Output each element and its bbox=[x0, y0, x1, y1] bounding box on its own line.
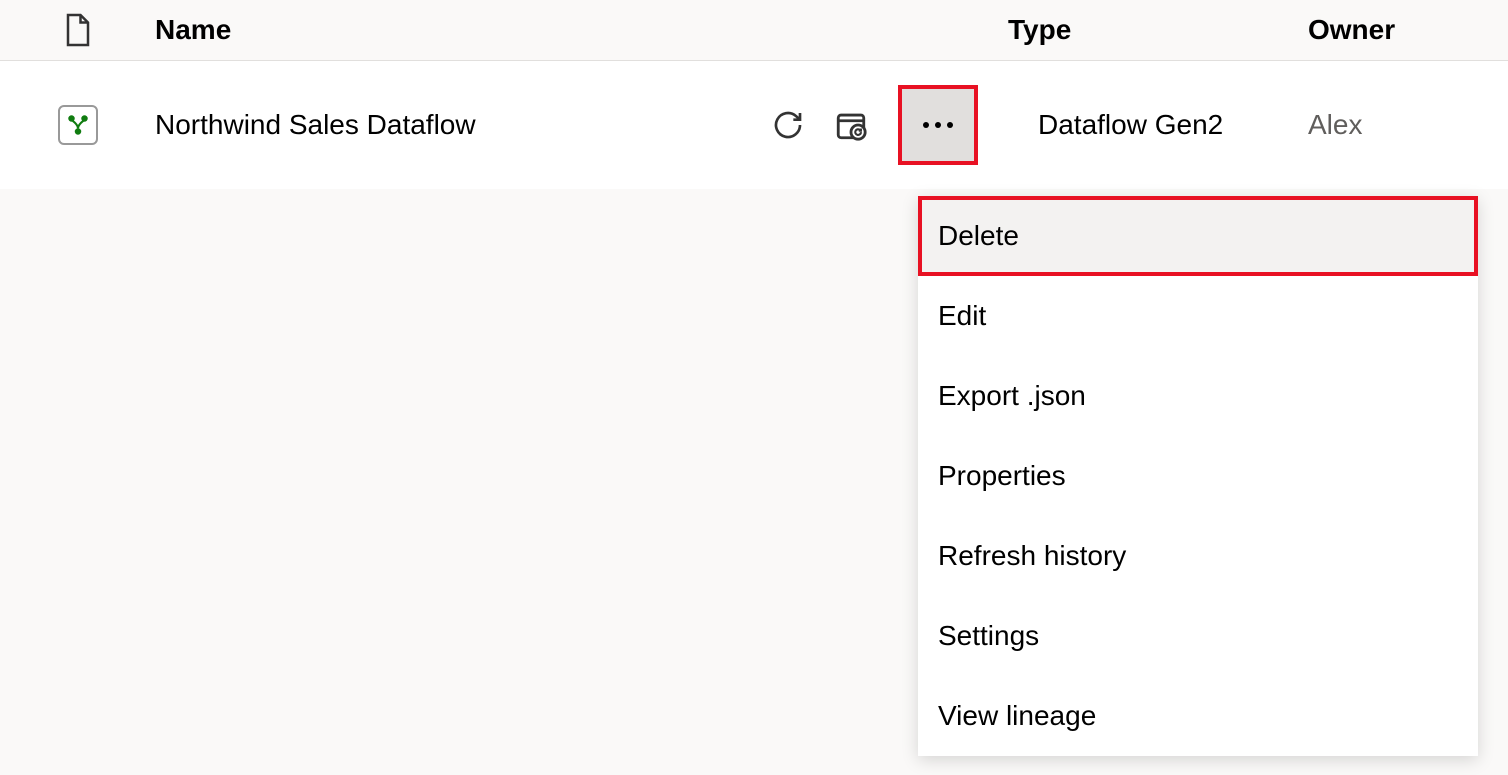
menu-item-view-lineage[interactable]: View lineage bbox=[918, 676, 1478, 756]
menu-item-edit[interactable]: Edit bbox=[918, 276, 1478, 356]
calendar-refresh-icon bbox=[834, 108, 868, 142]
row-name[interactable]: Northwind Sales Dataflow bbox=[155, 109, 748, 141]
header-icon-column bbox=[0, 12, 155, 48]
header-type[interactable]: Type bbox=[1008, 14, 1308, 46]
row-owner: Alex bbox=[1308, 109, 1508, 141]
more-horizontal-icon bbox=[918, 120, 958, 130]
items-table: Name Type Owner Northwind Sales Dataflow bbox=[0, 0, 1508, 189]
context-menu: Delete Edit Export .json Properties Refr… bbox=[918, 196, 1478, 756]
dataflow-icon bbox=[58, 105, 98, 145]
menu-item-export-json[interactable]: Export .json bbox=[918, 356, 1478, 436]
file-icon bbox=[63, 12, 93, 48]
table-row[interactable]: Northwind Sales Dataflow bbox=[0, 61, 1508, 189]
row-type: Dataflow Gen2 bbox=[1008, 109, 1308, 141]
menu-item-properties[interactable]: Properties bbox=[918, 436, 1478, 516]
table-header-row: Name Type Owner bbox=[0, 0, 1508, 61]
schedule-refresh-button[interactable] bbox=[834, 108, 868, 142]
menu-item-delete[interactable]: Delete bbox=[918, 196, 1478, 276]
row-actions bbox=[748, 85, 1008, 165]
refresh-button[interactable] bbox=[772, 109, 804, 141]
refresh-icon bbox=[772, 109, 804, 141]
row-icon-cell bbox=[0, 105, 155, 145]
header-owner[interactable]: Owner bbox=[1308, 14, 1508, 46]
menu-item-refresh-history[interactable]: Refresh history bbox=[918, 516, 1478, 596]
more-options-button[interactable] bbox=[898, 85, 978, 165]
header-name[interactable]: Name bbox=[155, 14, 748, 46]
menu-item-settings[interactable]: Settings bbox=[918, 596, 1478, 676]
